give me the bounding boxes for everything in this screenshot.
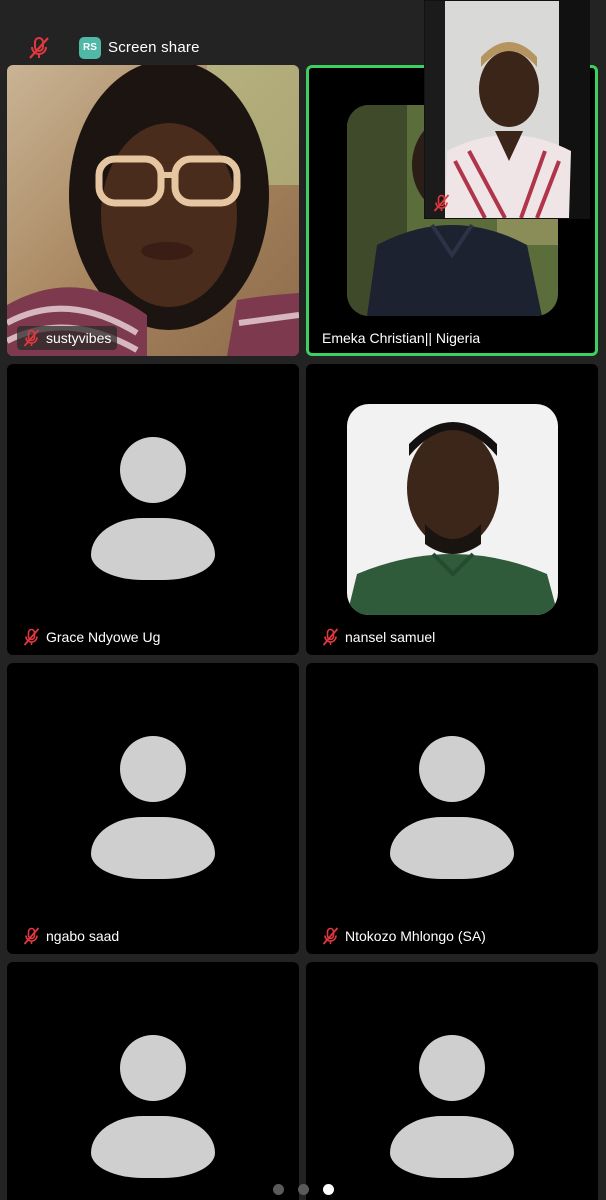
muted-mic-icon bbox=[23, 329, 40, 347]
participant-video bbox=[7, 65, 299, 356]
avatar-placeholder-head bbox=[120, 437, 186, 503]
participant-profile-photo bbox=[347, 404, 558, 615]
participant-name-tag: Emeka Christian|| Nigeria bbox=[316, 326, 486, 350]
muted-mic-icon bbox=[322, 927, 339, 945]
muted-mic-icon bbox=[23, 927, 40, 945]
participant-tile[interactable] bbox=[7, 962, 299, 1200]
muted-mic-icon bbox=[23, 628, 40, 646]
participant-name-tag: nansel samuel bbox=[316, 625, 441, 649]
page-indicator[interactable] bbox=[0, 1184, 606, 1196]
participant-name: nansel samuel bbox=[345, 629, 436, 645]
muted-mic-icon bbox=[433, 194, 450, 212]
meeting-screen: RS Screen share sustyvibes Emeka Christi… bbox=[0, 0, 606, 1200]
avatar-placeholder-head bbox=[120, 1035, 186, 1101]
self-view-thumbnail[interactable] bbox=[424, 0, 590, 219]
participant-name: sustyvibes bbox=[46, 330, 112, 346]
avatar-placeholder-body bbox=[390, 1116, 514, 1178]
muted-mic-icon bbox=[322, 628, 339, 646]
avatar-placeholder-body bbox=[91, 518, 215, 580]
muted-mic-icon[interactable] bbox=[28, 36, 50, 60]
page-dot[interactable] bbox=[297, 1184, 309, 1195]
participant-tile[interactable]: ngabo saad bbox=[7, 663, 299, 954]
page-dot-current[interactable] bbox=[322, 1184, 334, 1195]
screen-share-avatar-badge: RS bbox=[79, 37, 101, 59]
avatar-placeholder-body bbox=[390, 817, 514, 879]
participant-name-tag: Ntokozo Mhlongo (SA) bbox=[316, 924, 492, 948]
participant-name: Ntokozo Mhlongo (SA) bbox=[345, 928, 486, 944]
participant-name: ngabo saad bbox=[46, 928, 120, 944]
avatar-placeholder-head bbox=[120, 736, 186, 802]
participant-name-tag: ngabo saad bbox=[17, 924, 125, 948]
participant-tile[interactable]: nansel samuel bbox=[306, 364, 598, 655]
avatar-placeholder-head bbox=[419, 736, 485, 802]
participant-name-tag: sustyvibes bbox=[17, 326, 118, 350]
avatar-placeholder-body bbox=[91, 1116, 215, 1178]
screen-share-label[interactable]: Screen share bbox=[108, 39, 200, 56]
participant-name-tag: Grace Ndyowe Ug bbox=[17, 625, 166, 649]
participant-name: Emeka Christian|| Nigeria bbox=[322, 330, 481, 346]
participant-tile[interactable]: sustyvibes bbox=[7, 65, 299, 356]
participant-name: Grace Ndyowe Ug bbox=[46, 629, 161, 645]
participant-tile[interactable]: Ntokozo Mhlongo (SA) bbox=[306, 663, 598, 954]
page-dot[interactable] bbox=[272, 1184, 284, 1195]
self-view-video bbox=[425, 1, 589, 218]
participant-tile[interactable] bbox=[306, 962, 598, 1200]
participant-tile[interactable]: Grace Ndyowe Ug bbox=[7, 364, 299, 655]
avatar-placeholder-body bbox=[91, 817, 215, 879]
avatar-placeholder-head bbox=[419, 1035, 485, 1101]
